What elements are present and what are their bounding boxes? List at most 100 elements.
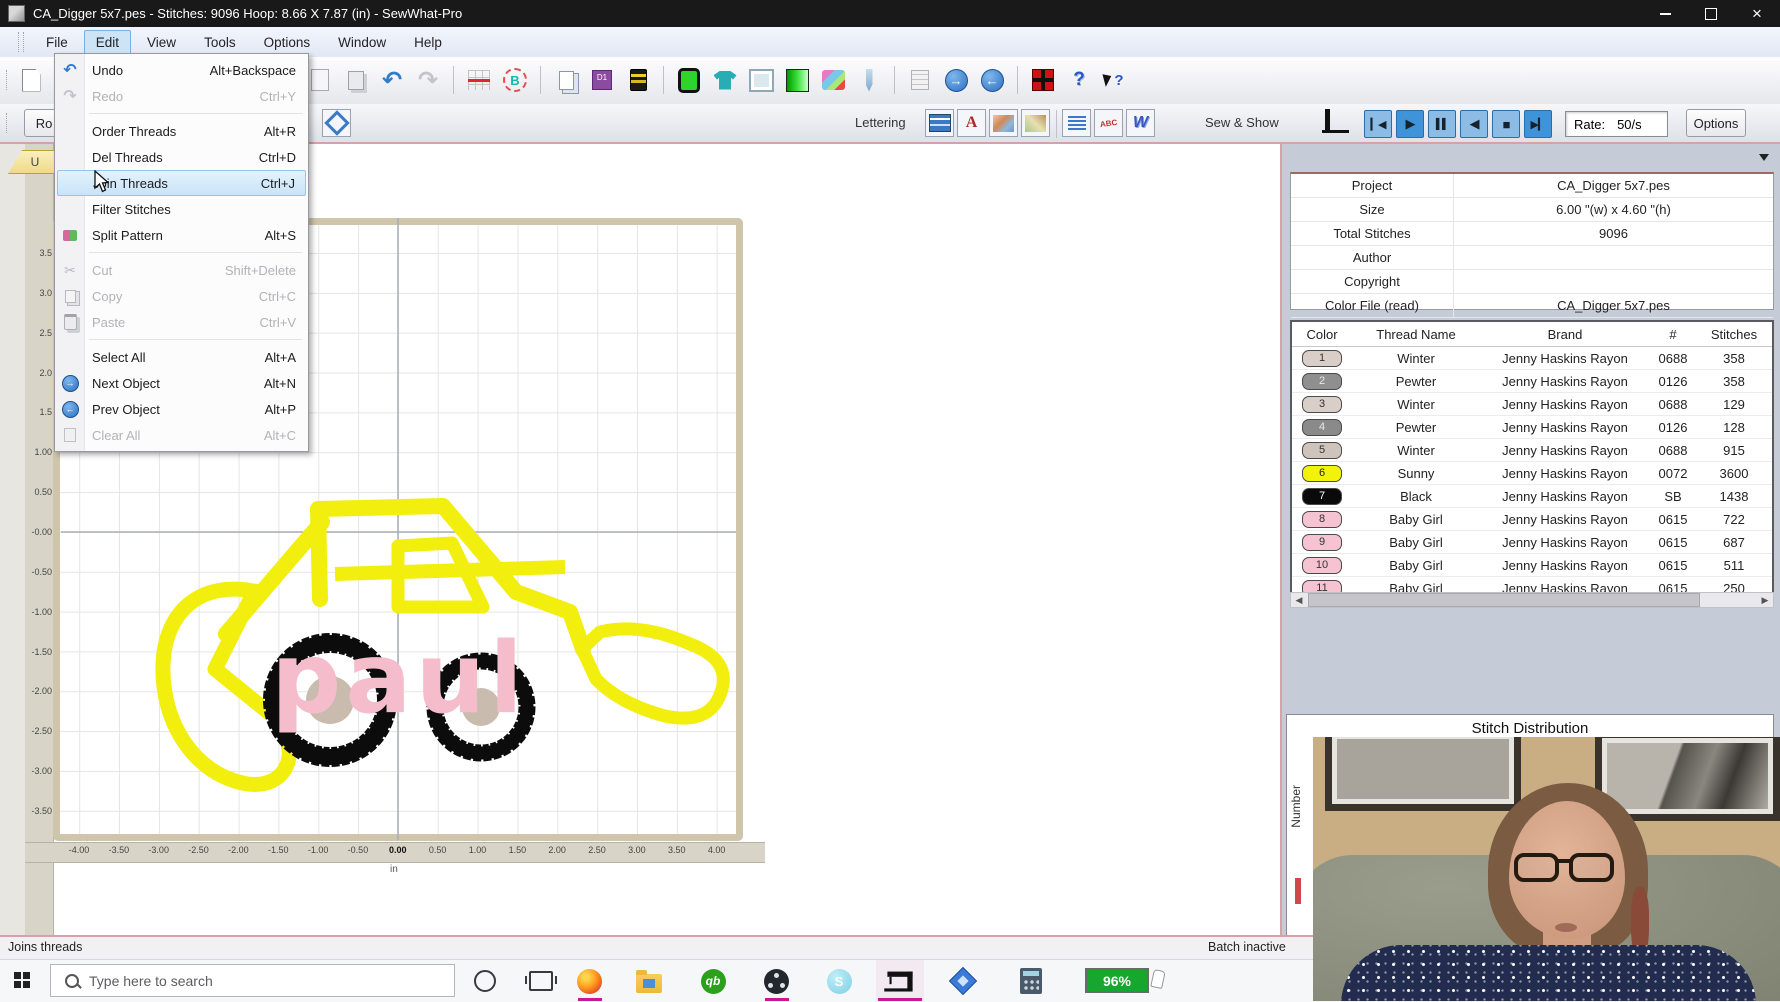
select-tool-icon[interactable] [322, 109, 351, 137]
new-document-icon[interactable] [16, 64, 46, 96]
thread-row[interactable]: 7BlackJenny Haskins RayonSB1438 [1292, 485, 1772, 508]
color-swatch[interactable]: 10 [1302, 557, 1342, 574]
thread-row[interactable]: 1WinterJenny Haskins Rayon0688358 [1292, 347, 1772, 370]
color-swatch[interactable]: 2 [1302, 373, 1342, 390]
stop-icon[interactable] [1492, 110, 1520, 138]
hoop-icon[interactable] [674, 64, 704, 96]
menu-item-filter-stitches[interactable]: Filter Stitches [55, 196, 308, 222]
color-grid-icon[interactable] [1028, 64, 1058, 96]
start-button[interactable] [14, 972, 31, 989]
panel-dropdown-icon[interactable] [1754, 150, 1774, 165]
menu-tools[interactable]: Tools [192, 30, 248, 55]
color-swatch[interactable]: 8 [1302, 511, 1342, 528]
menu-item-copy[interactable]: CopyCtrl+C [55, 283, 308, 309]
cortana-button[interactable] [472, 968, 498, 994]
file-explorer-button[interactable] [636, 968, 662, 994]
close-button[interactable]: × [1734, 0, 1780, 27]
menu-edit[interactable]: Edit [84, 30, 131, 55]
abc-arch-icon[interactable] [1094, 109, 1123, 137]
color-swatch[interactable]: 6 [1302, 465, 1342, 482]
menu-window[interactable]: Window [326, 30, 398, 55]
color-swatch[interactable]: 9 [1302, 534, 1342, 551]
frame-icon[interactable] [746, 64, 776, 96]
copies-icon[interactable] [551, 64, 581, 96]
redo-icon[interactable] [413, 64, 443, 96]
next-object-icon[interactable] [941, 64, 971, 96]
skip-end-icon[interactable] [1524, 110, 1552, 138]
font-a-icon[interactable] [957, 109, 986, 137]
thread-row[interactable]: 4PewterJenny Haskins Rayon0126128 [1292, 416, 1772, 439]
color-swatch[interactable]: 3 [1302, 396, 1342, 413]
thread-row[interactable]: 6SunnyJenny Haskins Rayon00723600 [1292, 462, 1772, 485]
calculator-button[interactable] [1018, 968, 1044, 994]
firefox-button[interactable] [576, 968, 602, 994]
needle-icon[interactable] [854, 64, 884, 96]
menu-item-next-object[interactable]: Next ObjectAlt+N [55, 370, 308, 396]
menu-file[interactable]: File [34, 30, 80, 55]
obs-button[interactable] [763, 968, 789, 994]
step-back-icon[interactable] [1460, 110, 1488, 138]
menu-item-select-all[interactable]: Select AllAlt+A [55, 344, 308, 370]
menu-item-prev-object[interactable]: Prev ObjectAlt+P [55, 396, 308, 422]
diamond-app-button[interactable] [950, 968, 976, 994]
menu-help[interactable]: Help [402, 30, 454, 55]
align-lines-icon[interactable] [1062, 109, 1091, 137]
applique-icon[interactable] [989, 109, 1018, 137]
design-art-icon[interactable] [1021, 109, 1050, 137]
help-icon[interactable] [1064, 64, 1094, 96]
monogram-icon[interactable] [925, 109, 954, 137]
rate-box[interactable]: Rate: 50/s [1565, 111, 1668, 137]
maximize-button[interactable] [1688, 0, 1734, 27]
palette-icon[interactable] [818, 64, 848, 96]
paste-icon[interactable] [341, 64, 371, 96]
tshirt-icon[interactable] [710, 64, 740, 96]
menu-item-undo[interactable]: UndoAlt+Backspace [55, 57, 308, 83]
menu-item-paste[interactable]: PasteCtrl+V [55, 309, 308, 335]
quickbooks-button[interactable]: qb [700, 968, 726, 994]
color-swatch[interactable]: 5 [1302, 442, 1342, 459]
thread-row[interactable]: 2PewterJenny Haskins Rayon0126358 [1292, 370, 1772, 393]
wordart-icon[interactable] [1126, 109, 1155, 137]
memory-card-icon[interactable] [623, 64, 653, 96]
menu-item-clear-all[interactable]: Clear AllAlt+C [55, 422, 308, 448]
notes-icon[interactable] [905, 64, 935, 96]
search-input[interactable]: Type here to search [50, 964, 455, 997]
task-view-button[interactable] [528, 968, 554, 994]
menu-item-del-threads[interactable]: Del ThreadsCtrl+D [55, 144, 308, 170]
prev-object-icon[interactable] [977, 64, 1007, 96]
scrollbar-thumb[interactable] [1308, 593, 1700, 607]
options-button[interactable]: Options [1686, 109, 1746, 137]
sewwhat-pro-button[interactable] [876, 960, 924, 1001]
pause-icon[interactable] [1428, 110, 1456, 138]
play-icon[interactable] [1396, 110, 1424, 138]
thread-row[interactable]: 8Baby GirlJenny Haskins Rayon0615722 [1292, 508, 1772, 531]
s-app-button[interactable]: S [826, 968, 852, 994]
context-help-icon[interactable] [1100, 64, 1130, 96]
color-swatch[interactable]: 7 [1302, 488, 1342, 505]
color-swatch[interactable]: 4 [1302, 419, 1342, 436]
color-swatch[interactable]: 1 [1302, 350, 1342, 367]
menu-options[interactable]: Options [252, 30, 323, 55]
minimize-button[interactable] [1642, 0, 1688, 27]
thread-color-table[interactable]: ColorThread NameBrand#Stitches1WinterJen… [1290, 320, 1774, 602]
menu-view[interactable]: View [135, 30, 188, 55]
undo-icon[interactable] [377, 64, 407, 96]
menu-item-redo[interactable]: RedoCtrl+Y [55, 83, 308, 109]
skip-start-icon[interactable] [1364, 110, 1392, 138]
thread-row[interactable]: 9Baby GirlJenny Haskins Rayon0615687 [1292, 531, 1772, 554]
thread-row[interactable]: 3WinterJenny Haskins Rayon0688129 [1292, 393, 1772, 416]
floppy-d1-icon[interactable] [587, 64, 617, 96]
thread-row[interactable]: 10Baby GirlJenny Haskins Rayon0615511 [1292, 554, 1772, 577]
scroll-right-icon[interactable]: ▶ [1757, 593, 1773, 607]
document-icon[interactable] [305, 64, 335, 96]
thread-row[interactable]: 5WinterJenny Haskins Rayon0688915 [1292, 439, 1772, 462]
menu-item-order-threads[interactable]: Order ThreadsAlt+R [55, 118, 308, 144]
sewing-machine-icon[interactable] [1325, 114, 1330, 132]
menu-item-cut[interactable]: CutShift+Delete [55, 257, 308, 283]
color-table-scrollbar[interactable]: ◀ ▶ [1290, 592, 1774, 608]
menu-item-split-pattern[interactable]: Split PatternAlt+S [55, 222, 308, 248]
gradient-icon[interactable] [782, 64, 812, 96]
stitch-grid-icon[interactable] [464, 64, 494, 96]
scroll-left-icon[interactable]: ◀ [1291, 593, 1307, 607]
basting-icon[interactable] [500, 64, 530, 96]
